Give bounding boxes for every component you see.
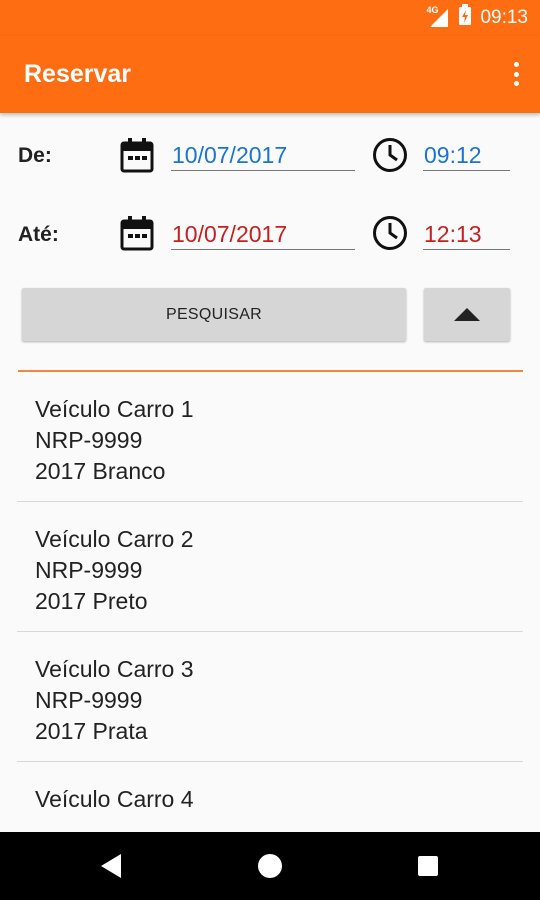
to-label: Até: [18, 223, 59, 246]
search-button[interactable]: PESQUISAR [22, 288, 406, 341]
nav-home-icon[interactable] [258, 854, 282, 878]
network-type: 4G [426, 5, 439, 15]
vehicle-name: Veículo Carro 4 [35, 786, 194, 812]
vehicle-details: 2017 Branco [35, 458, 166, 484]
list-item[interactable]: Veículo Carro 2 NRP-9999 2017 Preto [17, 502, 523, 632]
signal-icon: 4G [426, 5, 450, 28]
vehicle-plate: NRP-9999 [35, 427, 143, 453]
from-label: De: [18, 144, 52, 167]
list-item[interactable]: Veículo Carro 3 NRP-9999 2017 Prata [17, 632, 523, 762]
calendar-icon[interactable] [120, 137, 154, 178]
system-nav-bar [0, 832, 540, 900]
vehicle-plate: NRP-9999 [35, 557, 143, 583]
vehicle-details: 2017 Prata [35, 718, 148, 744]
vehicle-details: 2017 Preto [35, 588, 148, 614]
caret-up-icon [454, 308, 480, 321]
vehicle-list: Veículo Carro 1 NRP-9999 2017 Branco Veí… [0, 372, 540, 832]
vehicle-name: Veículo Carro 2 [35, 526, 194, 552]
calendar-icon[interactable] [120, 215, 154, 256]
vehicle-plate: NRP-9999 [35, 687, 143, 713]
vehicle-name: Veículo Carro 1 [35, 396, 194, 422]
overflow-menu-icon[interactable] [510, 60, 522, 88]
collapse-button[interactable] [424, 288, 510, 341]
to-time-field[interactable]: 12:13 [423, 219, 510, 250]
list-item[interactable]: Veículo Carro 4 [17, 762, 523, 832]
from-time-field[interactable]: 09:12 [423, 140, 510, 171]
vehicle-name: Veículo Carro 3 [35, 656, 194, 682]
clock-icon[interactable] [372, 215, 408, 256]
nav-recents-icon[interactable] [418, 856, 438, 876]
status-bar: 4G 09:13 [0, 0, 540, 36]
status-time: 09:13 [480, 7, 528, 28]
clock-icon[interactable] [372, 137, 408, 178]
nav-back-icon[interactable] [101, 854, 121, 878]
battery-charging-icon [458, 4, 472, 32]
list-item[interactable]: Veículo Carro 1 NRP-9999 2017 Branco [17, 372, 523, 502]
to-date-field[interactable]: 10/07/2017 [171, 219, 355, 250]
app-bar: Reservar [0, 36, 540, 113]
page-title: Reservar [24, 60, 132, 88]
from-date-field[interactable]: 10/07/2017 [171, 140, 355, 171]
